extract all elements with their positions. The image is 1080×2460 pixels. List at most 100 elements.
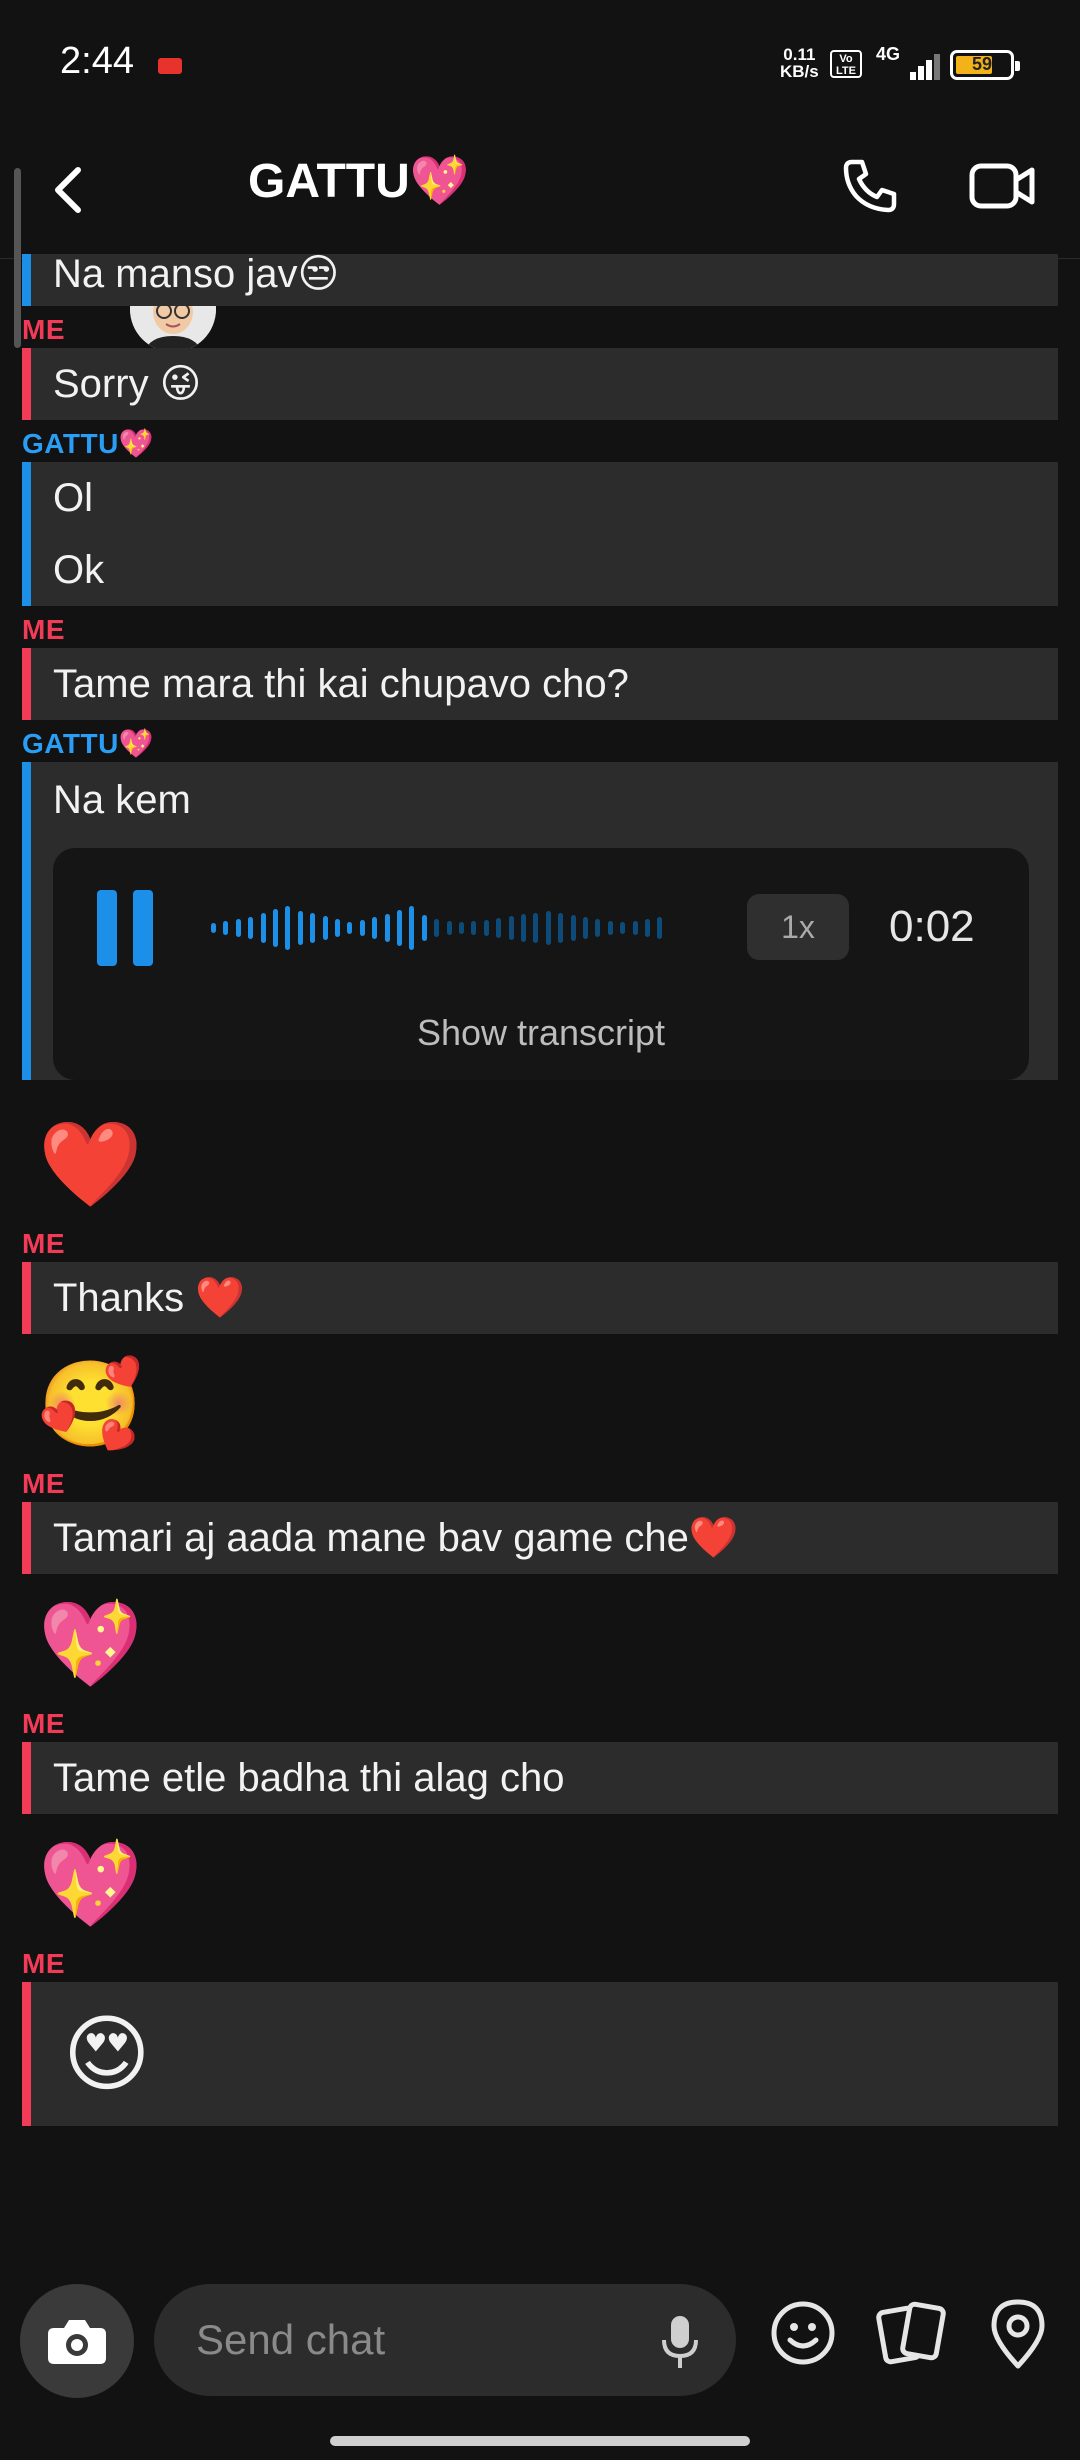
show-transcript-button[interactable]: Show transcript [53,1012,1029,1054]
waveform-bar [620,922,626,934]
waveform-bar [273,909,278,947]
chat-thread: Na manso jav😒 ME Sorry 😜 GATTU💖 Ol Ok ME… [0,254,1080,2126]
pause-icon[interactable] [97,890,153,966]
waveform-bar [260,913,266,943]
audio-waveform[interactable] [211,898,671,958]
waveform-bar [558,913,564,943]
message-text: Tamari aj aada mane bav game che❤️ [53,1516,739,1560]
sender-label: GATTU💖 [22,428,155,459]
message-bubble[interactable]: Tame mara thi kai chupavo cho? [22,648,1058,720]
waveform-bar [434,919,440,937]
chat-input-placeholder: Send chat [196,2316,386,2363]
waveform-bar [372,917,378,939]
waveform-bar [211,923,216,933]
reaction-emoji[interactable]: 💖 [0,1582,1080,1706]
message-text: 😍 [63,2007,151,2101]
message-text: Sorry 😜 [53,362,202,406]
reaction-emoji[interactable]: 💖 [0,1822,1080,1946]
message-text: Ok [53,548,105,592]
signal-icon [900,50,940,80]
network-speed: 0.11 KB/s [780,46,819,80]
waveform-bar [322,916,328,940]
home-indicator[interactable] [330,2436,750,2446]
location-pin-icon[interactable] [986,2296,1050,2370]
waveform-bar [248,917,254,939]
waveform-bar [533,913,539,943]
waveform-bar [459,922,464,934]
message-bubble[interactable]: Tamari aj aada mane bav game che❤️ [22,1502,1058,1574]
microphone-icon[interactable] [660,2314,700,2370]
waveform-bar [285,906,291,950]
message-text: Thanks ❤️ [53,1276,246,1320]
message-text: Tame etle badha thi alag cho [53,1756,565,1800]
waveform-bar [496,918,502,938]
sender-label: GATTU💖 [22,728,155,759]
message-text: Na kem [53,778,191,822]
waveform-bar [384,914,390,942]
message-text: Ol [53,476,93,520]
voice-note[interactable]: 1x 0:02 Show transcript [53,848,1029,1080]
message-text: Tame mara thi kai chupavo cho? [53,662,629,706]
composer-bar: Send chat [0,2262,1080,2412]
chat-header: GATTU💖 [0,130,1080,352]
sender-label: ME [22,1228,65,1259]
network-speed-value: 0.11 [783,45,816,64]
waveform-bar [657,917,663,939]
sender-label: ME [22,1708,65,1739]
waveform-bar [545,911,551,945]
waveform-bar [570,915,576,941]
battery-level: 59 [971,54,993,74]
waveform-bar [607,921,613,935]
sender-label: ME [22,614,65,645]
waveform-bar [583,917,588,939]
camera-icon [48,2320,106,2364]
back-icon[interactable] [40,160,100,220]
chat-input[interactable]: Send chat [154,2284,736,2396]
cards-icon[interactable] [876,2298,948,2368]
contact-name[interactable]: GATTU💖 [248,152,470,209]
waveform-bar [483,920,489,936]
sender-label: ME [22,314,65,345]
smiley-icon[interactable] [770,2300,836,2366]
sender-label: ME [22,1948,65,1979]
waveform-bar [347,922,353,934]
waveform-bar [521,914,526,942]
message-bubble[interactable]: Na kem 1x 0:02 Show transcript [22,762,1058,1080]
waveform-bar [645,919,650,937]
video-icon[interactable] [968,156,1038,216]
battery-icon: 59 [950,50,1020,80]
waveform-bar [310,913,316,943]
waveform-bar [595,919,601,937]
waveform-bar [632,921,638,935]
screen-record-icon [158,58,182,74]
waveform-bar [508,916,514,940]
waveform-bar [421,915,427,941]
waveform-bar [297,911,303,945]
reaction-emoji[interactable]: ❤️ [0,1102,1080,1226]
message-text: Na manso jav😒 [53,252,340,296]
waveform-bar [359,920,365,936]
camera-button[interactable] [20,2284,134,2398]
status-bar: 2:44 0.11 KB/s Vo LTE 4G 59 [0,0,1080,130]
waveform-bar [409,906,415,950]
playback-speed-button[interactable]: 1x [747,894,849,960]
waveform-bar [471,921,477,935]
message-bubble[interactable]: 😍 [22,1982,1058,2126]
waveform-bar [446,921,452,935]
waveform-bar [235,919,241,937]
message-bubble[interactable]: Tame etle badha thi alag cho [22,1742,1058,1814]
reaction-emoji[interactable]: 🥰 [0,1342,1080,1466]
waveform-bar [335,919,340,937]
message-bubble[interactable]: Ol Ok [22,462,1058,606]
volte-icon: Vo LTE [830,50,862,78]
waveform-bar [397,910,402,946]
sender-label: ME [22,1468,65,1499]
waveform-bar [223,921,229,935]
message-bubble[interactable]: Thanks ❤️ [22,1262,1058,1334]
phone-icon[interactable] [838,154,902,218]
message-bubble[interactable]: Sorry 😜 [22,348,1058,420]
network-speed-unit: KB/s [780,62,819,81]
message-bubble[interactable]: Na manso jav😒 [22,254,1058,306]
status-time: 2:44 [60,40,134,82]
network-type: 4G [876,44,901,64]
